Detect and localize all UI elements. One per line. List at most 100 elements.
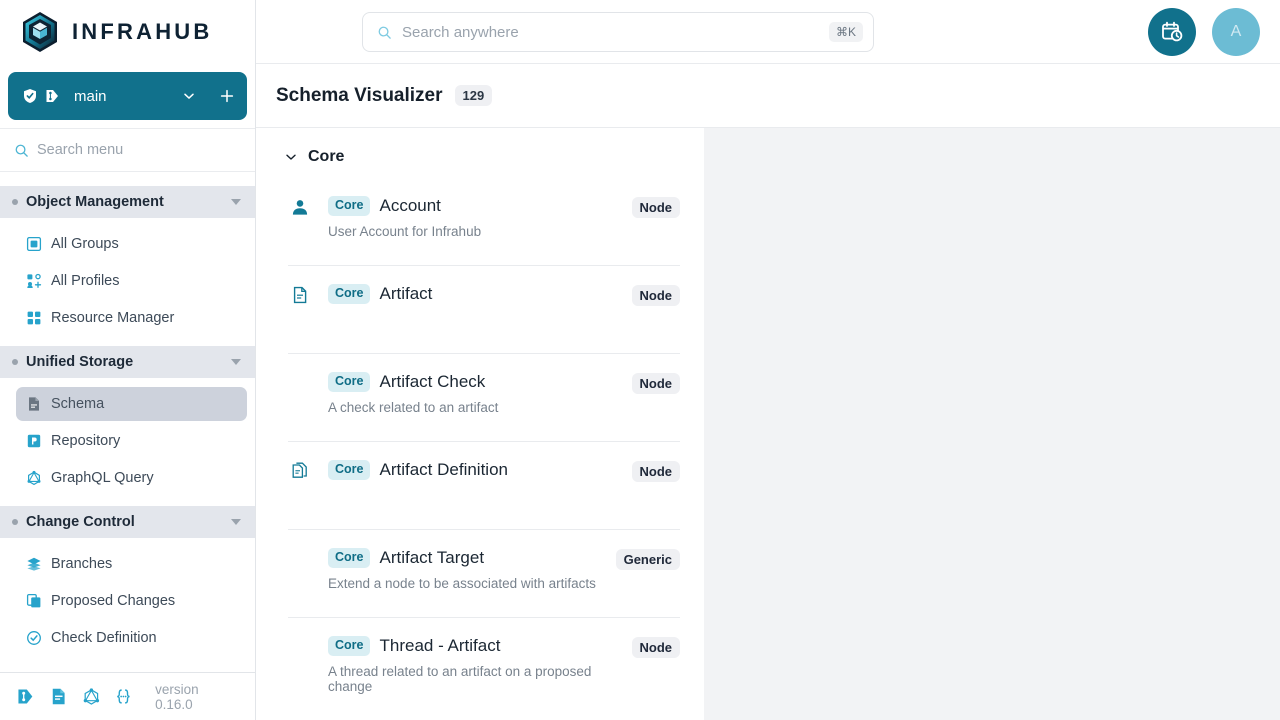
schema-detail-pane xyxy=(704,128,1280,720)
sidebar-item-branches[interactable]: Branches xyxy=(16,547,247,581)
app-root: INFRAHUB main Search menu Object Managem… xyxy=(0,0,1280,720)
sidebar-item-label: Check Definition xyxy=(51,630,157,646)
copy-files-icon xyxy=(292,462,307,478)
calendar-clock-icon xyxy=(1162,21,1183,42)
section-bullet-icon xyxy=(12,359,18,365)
branch-selector[interactable]: main xyxy=(8,72,247,120)
sidebar-item-label: GraphQL Query xyxy=(51,470,154,486)
schema-row[interactable]: Core Artifact Check A check related to a… xyxy=(288,354,680,442)
caret-down-icon[interactable] xyxy=(231,519,241,525)
kind-badge: Generic xyxy=(615,549,680,570)
sidebar-section-items: Branches Proposed Changes Check Definiti… xyxy=(0,538,255,666)
schema-group-core[interactable]: Core xyxy=(256,128,704,178)
sidebar-item-check-definition[interactable]: Check Definition xyxy=(16,621,247,655)
sidebar-section-unified-storage[interactable]: Unified Storage xyxy=(0,346,255,378)
namespace-badge: Core xyxy=(328,460,371,480)
sidebar-item-all-profiles[interactable]: All Profiles xyxy=(16,264,247,298)
main-area: Search anywhere ⌘K A Schema Visualizer 1… xyxy=(256,0,1280,720)
row-title-line: Core Account xyxy=(328,196,632,216)
row-icon-wrap xyxy=(288,548,312,550)
section-bullet-icon xyxy=(12,199,18,205)
user-icon xyxy=(292,200,308,215)
copy-pages-icon xyxy=(26,593,41,608)
graphql-icon[interactable] xyxy=(82,687,101,706)
row-icon-wrap xyxy=(288,636,312,638)
schema-list-pane: Core Core Account User Account for Infra… xyxy=(256,128,704,720)
git-icon[interactable] xyxy=(16,687,35,706)
sidebar-section-items: Schema Repository GraphQL Query xyxy=(0,378,255,506)
time-travel-button[interactable] xyxy=(1148,8,1196,56)
brand-header[interactable]: INFRAHUB xyxy=(0,0,255,64)
avatar[interactable]: A xyxy=(1212,8,1260,56)
sidebar-section-change-control[interactable]: Change Control xyxy=(0,506,255,538)
section-title: Object Management xyxy=(26,194,164,210)
kind-badge: Node xyxy=(631,285,680,306)
kind-badge: Node xyxy=(631,197,680,218)
docs-file-icon[interactable] xyxy=(49,687,68,706)
namespace-badge: Core xyxy=(328,548,371,568)
row-body: Core Artifact Definition xyxy=(312,460,632,480)
chevron-down-icon[interactable] xyxy=(181,88,197,104)
search-placeholder: Search anywhere xyxy=(402,23,519,41)
topbar: Search anywhere ⌘K A xyxy=(256,0,1280,64)
topbar-actions: A xyxy=(1148,0,1260,64)
page-title: Schema Visualizer xyxy=(276,84,443,106)
schema-row[interactable]: Core Artifact Target Extend a node to be… xyxy=(288,530,680,618)
schema-row[interactable]: Core Thread - Artifact A thread related … xyxy=(288,618,680,710)
sidebar-item-all-groups[interactable]: All Groups xyxy=(16,227,247,261)
schema-row[interactable]: Core Artifact Definition Node xyxy=(288,442,680,530)
schema-count-badge: 129 xyxy=(454,85,493,106)
caret-down-icon[interactable] xyxy=(231,199,241,205)
sidebar-item-resource-manager[interactable]: Resource Manager xyxy=(16,301,247,335)
sidebar-section-object-management[interactable]: Object Management xyxy=(0,186,255,218)
sidebar-item-label: Repository xyxy=(51,433,121,449)
search-input[interactable]: Search anywhere ⌘K xyxy=(362,12,874,52)
sidebar-item-proposed-changes[interactable]: Proposed Changes xyxy=(16,584,247,618)
json-braces-icon[interactable] xyxy=(114,687,133,706)
sidebar-item-label: Schema xyxy=(51,396,105,412)
check-definition-icon xyxy=(27,631,41,645)
schema-description: A thread related to an artifact on a pro… xyxy=(328,664,592,694)
row-icon-wrap xyxy=(288,284,312,304)
caret-down-icon[interactable] xyxy=(231,359,241,365)
sidebar-item-label: Proposed Changes xyxy=(51,593,176,609)
namespace-badge: Core xyxy=(328,636,371,656)
search-icon xyxy=(15,144,28,157)
layers-icon xyxy=(27,557,41,571)
chevron-down-icon[interactable] xyxy=(284,150,298,164)
row-title-line: Core Artifact Check xyxy=(328,372,632,392)
sidebar-item-repository[interactable]: Repository xyxy=(16,424,247,458)
row-title-line: Core Artifact Target xyxy=(328,548,616,568)
row-icon-wrap xyxy=(288,196,312,216)
row-title-line: Core Artifact xyxy=(328,284,632,304)
kind-badge: Node xyxy=(631,373,680,394)
branch-selector-wrap: main xyxy=(0,64,255,128)
profiles-icon xyxy=(27,273,42,288)
search-shortcut-badge: ⌘K xyxy=(828,22,863,42)
version-label: version 0.16.0 xyxy=(155,681,199,712)
namespace-badge: Core xyxy=(328,284,371,304)
sidebar-item-schema[interactable]: Schema xyxy=(16,387,247,421)
section-title: Unified Storage xyxy=(26,354,134,370)
sidebar: INFRAHUB main Search menu Object Managem… xyxy=(0,0,256,720)
schema-row[interactable]: Core Account User Account for Infrahub N… xyxy=(288,178,680,266)
menu-search-input[interactable]: Search menu xyxy=(0,128,255,172)
infrahub-hexagon-logo-icon xyxy=(23,12,57,52)
page-header: Schema Visualizer 129 xyxy=(256,64,1280,128)
content-area: Core Core Account User Account for Infra… xyxy=(256,128,1280,720)
schema-description: User Account for Infrahub xyxy=(328,224,482,239)
plus-icon[interactable] xyxy=(219,88,235,104)
kind-badge: Node xyxy=(631,461,680,482)
sidebar-item-label: All Profiles xyxy=(51,273,120,289)
group-icon xyxy=(26,236,42,252)
sidebar-footer: version 0.16.0 xyxy=(0,672,255,720)
schema-row[interactable]: Core Artifact Node xyxy=(288,266,680,354)
shield-check-icon xyxy=(24,89,36,103)
row-body: Core Thread - Artifact A thread related … xyxy=(312,636,632,694)
sidebar-item-graphql-query[interactable]: GraphQL Query xyxy=(16,461,247,495)
row-body: Core Artifact Check A check related to a… xyxy=(312,372,632,415)
namespace-badge: Core xyxy=(328,196,371,216)
row-title-line: Core Artifact Definition xyxy=(328,460,632,480)
git-branch-icon xyxy=(46,90,58,102)
schema-name: Artifact Definition xyxy=(379,460,508,479)
